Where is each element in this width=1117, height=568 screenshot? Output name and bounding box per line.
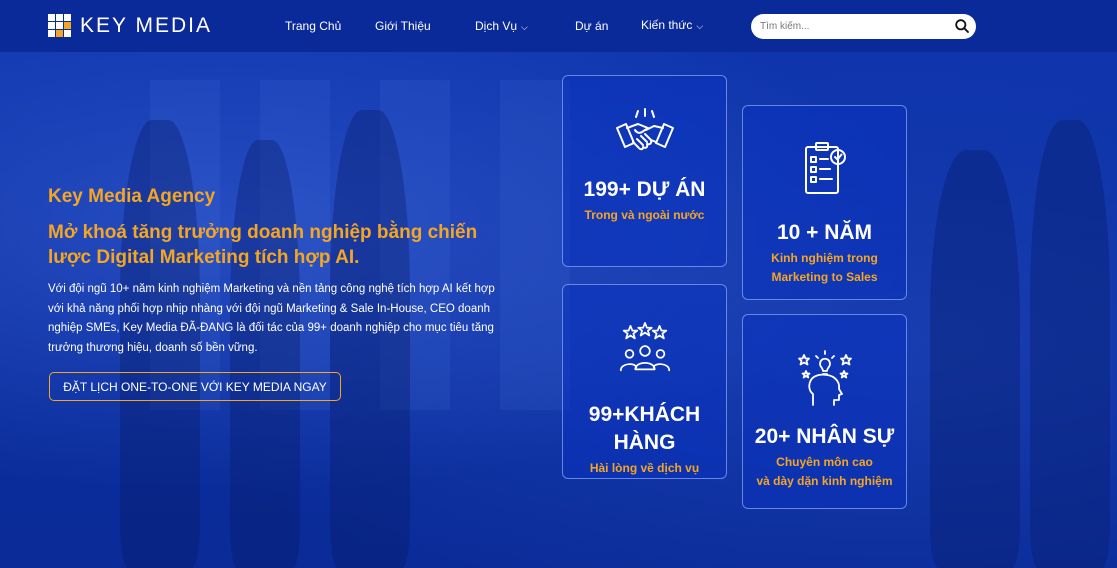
nav-item-label: Dự án [575, 19, 609, 33]
customers-stars-icon [619, 322, 670, 372]
nav-item-label: Trang Chủ [285, 19, 342, 33]
logo[interactable]: KEY MEDIA [48, 13, 212, 39]
stat-caption: Marketing to Sales [771, 270, 878, 284]
site-header: KEY MEDIA Trang Chủ Giới Thiệu Dịch Vụ ⌵ … [0, 0, 1117, 52]
brand-name: KEY MEDIA [80, 14, 212, 37]
stat-card-projects: 199+ DỰ ÁN Trong và ngoài nước [562, 75, 727, 267]
book-consultation-button[interactable]: ĐẶT LỊCH ONE-TO-ONE VỚI KEY MEDIA NGAY [49, 372, 341, 401]
nav-item-home[interactable]: Trang Chủ [285, 19, 341, 33]
stat-caption: Chuyên môn cao [776, 455, 873, 469]
expert-idea-icon [797, 350, 852, 406]
logo-mark-icon [48, 14, 72, 38]
nav-item-label: Giới Thiệu [375, 19, 431, 33]
stat-caption: Trong và ngoài nước [584, 208, 705, 222]
stat-caption: và dày dặn kinh nghiệm [756, 474, 893, 488]
stat-card-staff: 20+ NHÂN SỰ Chuyên môn cao và dày dặn ki… [742, 314, 907, 509]
chevron-down-icon: ⌵ [521, 22, 528, 32]
checklist-icon [804, 142, 846, 194]
search-input[interactable] [760, 18, 945, 35]
chevron-down-icon: ⌵ [696, 21, 704, 31]
nav-item-label: Kiến thức [641, 18, 693, 32]
search-icon[interactable] [954, 18, 970, 34]
stat-caption: Kinh nghiệm trong [771, 251, 878, 265]
hero-description: Với đội ngũ 10+ năm kinh nghiệm Marketin… [48, 283, 495, 354]
nav-item-about[interactable]: Giới Thiệu [375, 19, 431, 33]
stat-value: HÀNG [613, 431, 676, 454]
person-silhouette [1030, 120, 1110, 568]
hero-headline: Mở khoá tăng trưởng doanh nghiệp bằng ch… [48, 222, 478, 268]
stat-value: 199+ DỰ ÁN [583, 178, 706, 201]
stat-value: 10 + NĂM [776, 221, 873, 244]
stat-value: 20+ NHÂN SỰ [754, 425, 895, 448]
handshake-icon [615, 108, 674, 151]
stat-caption: Hài lòng về dịch vụ [589, 461, 700, 475]
stat-card-years: 10 + NĂM Kinh nghiệm trong Marketing to … [742, 105, 907, 300]
stat-card-customers: 99+KHÁCH HÀNG Hài lòng về dịch vụ [562, 284, 727, 479]
hero-eyebrow: Key Media Agency [48, 186, 216, 207]
nav-item-label: Dịch Vụ [475, 19, 518, 33]
nav-item-projects[interactable]: Dự án [575, 19, 608, 33]
search-box [751, 14, 976, 39]
nav-item-knowledge[interactable]: Kiến thức ⌵ [641, 18, 703, 32]
window-pane [500, 80, 570, 410]
person-silhouette [930, 150, 1020, 568]
stat-value: 99+KHÁCH [588, 403, 701, 426]
nav-item-services[interactable]: Dịch Vụ ⌵ [475, 19, 528, 33]
